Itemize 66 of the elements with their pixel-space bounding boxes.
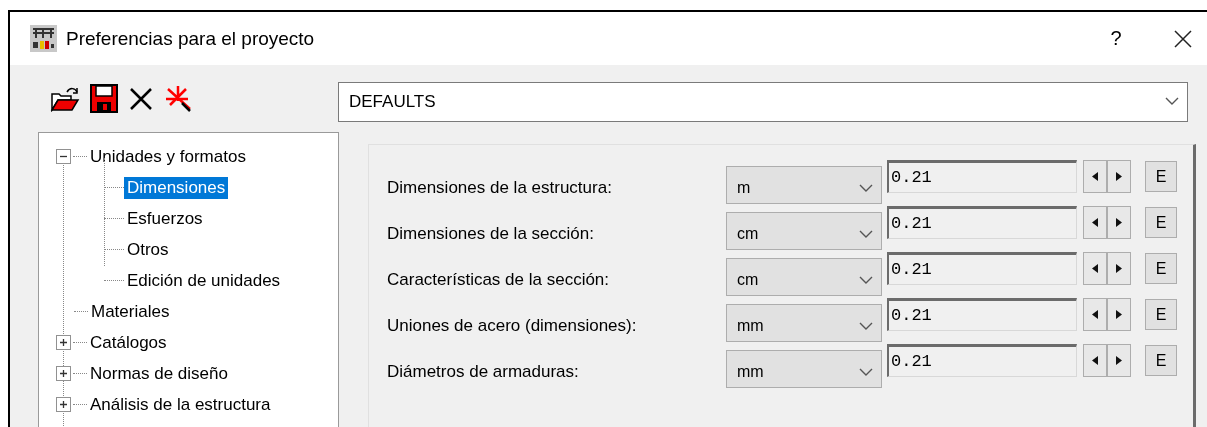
tree-item[interactable]: Dimensiones <box>124 176 229 199</box>
decrease-button[interactable] <box>1083 206 1107 239</box>
collapse-icon[interactable] <box>56 149 71 164</box>
decrease-button[interactable] <box>1083 160 1107 193</box>
value-field[interactable]: 0.21 <box>887 206 1077 239</box>
edit-button[interactable]: E <box>1145 207 1177 238</box>
tree-item[interactable]: Materiales <box>88 300 173 323</box>
unit-dropdown[interactable]: cm <box>726 212 882 250</box>
value-field[interactable]: 0.21 <box>887 252 1077 285</box>
right-triangle-icon <box>1116 218 1122 227</box>
setting-label: Diámetros de armaduras: <box>387 361 580 382</box>
unit-dropdown[interactable]: mm <box>726 304 882 342</box>
setting-label: Dimensiones de la sección: <box>387 223 595 244</box>
help-button[interactable]: ? <box>1101 27 1131 50</box>
value-field[interactable]: 0.21 <box>887 344 1077 377</box>
chevron-down-icon <box>859 321 873 331</box>
right-triangle-icon <box>1116 264 1122 273</box>
tree-item[interactable]: Catálogos <box>87 331 170 354</box>
chevron-down-icon <box>1165 97 1179 106</box>
decrease-button[interactable] <box>1083 298 1107 331</box>
increase-button[interactable] <box>1107 252 1131 285</box>
increase-button[interactable] <box>1107 344 1131 377</box>
left-triangle-icon <box>1092 264 1098 273</box>
tree-item[interactable]: Análisis de la estructura <box>87 393 274 416</box>
tree-item[interactable]: Edición de unidades <box>124 269 284 292</box>
expand-icon[interactable] <box>56 397 71 412</box>
setting-label: Dimensiones de la estructura: <box>387 177 613 198</box>
close-icon[interactable] <box>128 85 154 112</box>
decrease-button[interactable] <box>1083 252 1107 285</box>
right-triangle-icon <box>1116 172 1122 181</box>
expand-icon[interactable] <box>56 366 71 381</box>
right-triangle-icon <box>1116 356 1122 365</box>
left-triangle-icon <box>1092 172 1098 181</box>
increase-button[interactable] <box>1107 160 1131 193</box>
unit-dropdown[interactable]: m <box>726 166 882 204</box>
increase-button[interactable] <box>1107 206 1131 239</box>
unit-dropdown[interactable]: mm <box>726 350 882 388</box>
preset-dropdown[interactable]: DEFAULTS <box>338 81 1188 122</box>
tree-item[interactable]: Unidades y formatos <box>87 145 249 168</box>
save-icon[interactable] <box>90 84 118 113</box>
left-triangle-icon <box>1092 356 1098 365</box>
setting-label: Uniones de acero (dimensiones): <box>387 315 638 336</box>
value-field[interactable]: 0.21 <box>887 298 1077 331</box>
chevron-down-icon <box>859 367 873 377</box>
left-triangle-icon <box>1092 218 1098 227</box>
right-triangle-icon <box>1116 310 1122 319</box>
decrease-button[interactable] <box>1083 344 1107 377</box>
open-folder-icon[interactable] <box>50 85 80 112</box>
edit-button[interactable]: E <box>1145 161 1177 192</box>
edit-button[interactable]: E <box>1145 345 1177 376</box>
chevron-down-icon <box>859 229 873 239</box>
edit-button[interactable]: E <box>1145 299 1177 330</box>
setting-label: Características de la sección: <box>387 269 611 290</box>
edit-button[interactable]: E <box>1145 253 1177 284</box>
value-field[interactable]: 0.21 <box>887 160 1077 193</box>
left-triangle-icon <box>1092 310 1098 319</box>
expand-icon[interactable] <box>56 335 71 350</box>
window-title: Preferencias para el proyecto <box>66 27 316 50</box>
tree-item[interactable]: Normas de diseño <box>87 362 231 385</box>
chevron-down-icon <box>859 183 873 193</box>
tree-item[interactable]: Otros <box>124 238 172 261</box>
app-icon <box>30 25 57 52</box>
unit-dropdown[interactable]: cm <box>726 258 882 296</box>
increase-button[interactable] <box>1107 298 1131 331</box>
tree-item[interactable]: Esfuerzos <box>124 207 206 230</box>
chevron-down-icon <box>859 275 873 285</box>
